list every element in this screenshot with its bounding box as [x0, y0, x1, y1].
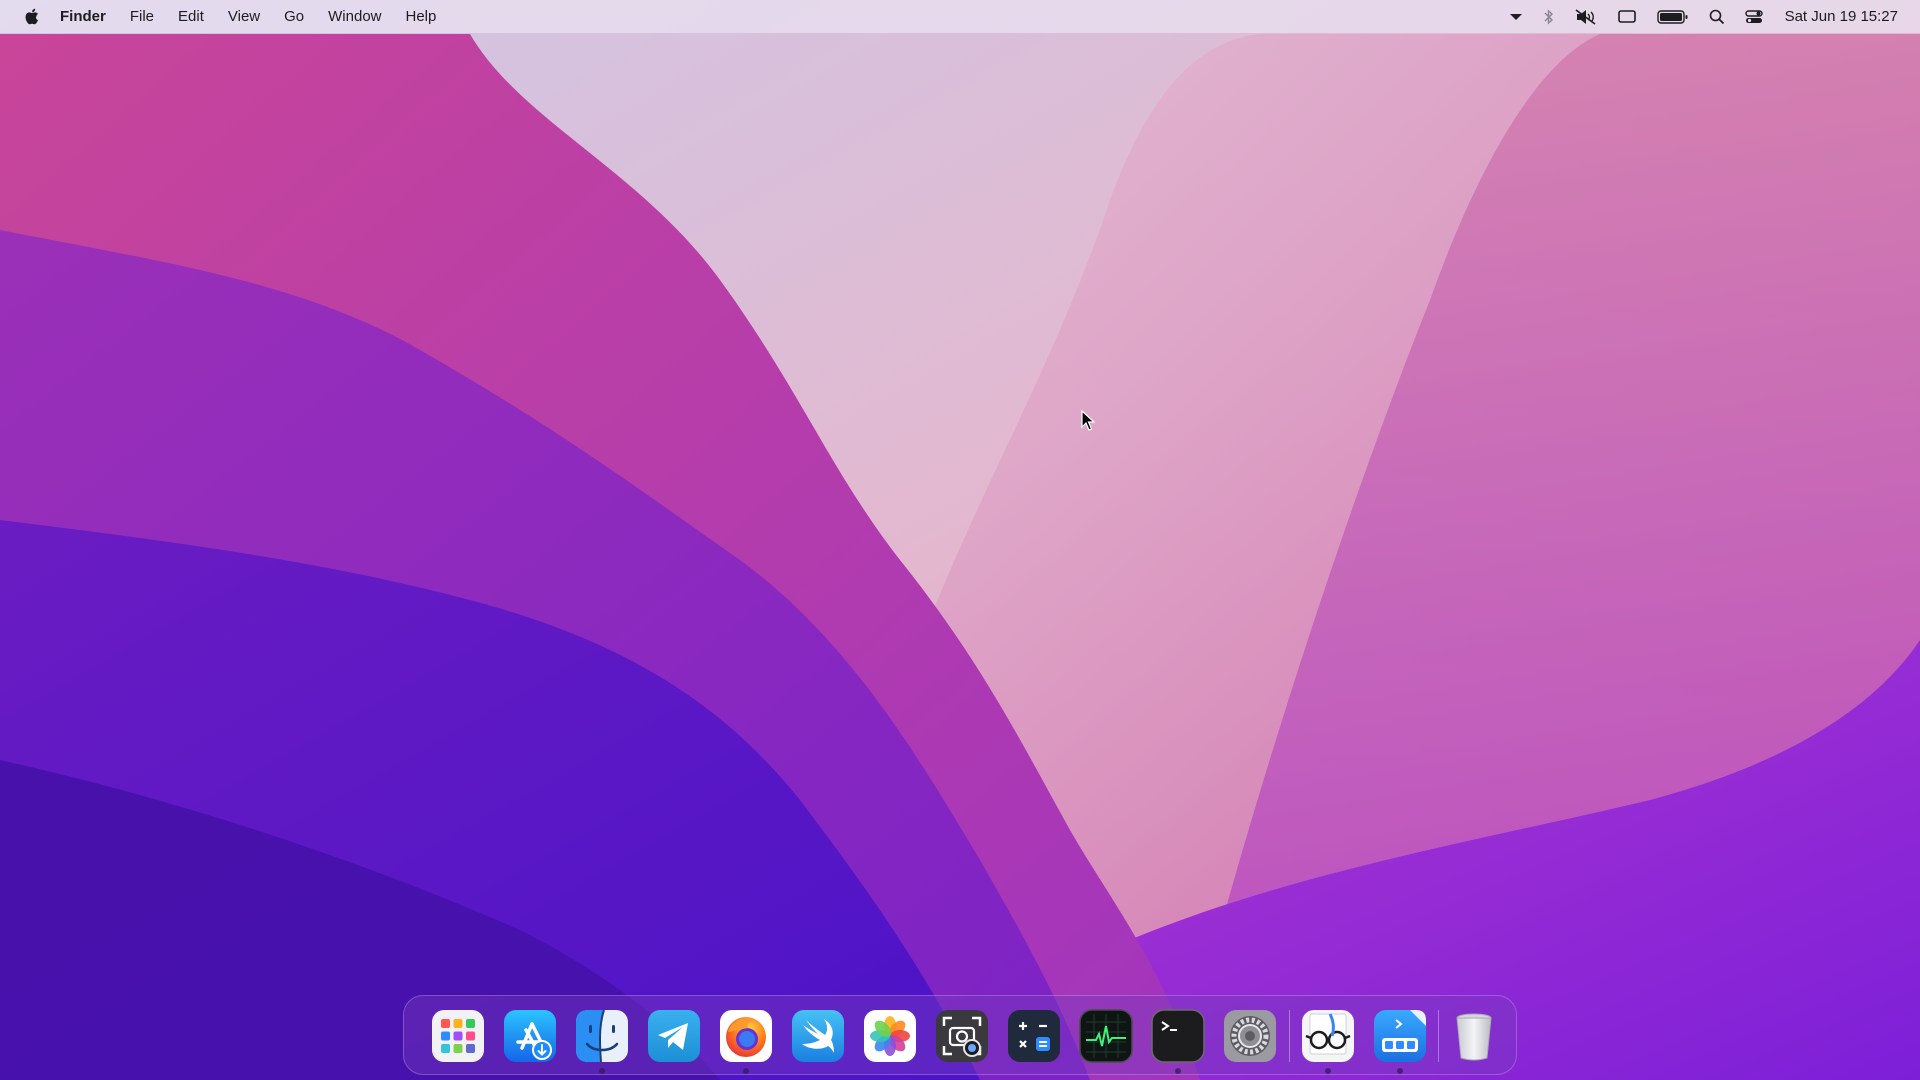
- screen-mirroring-icon[interactable]: [1607, 0, 1647, 33]
- telegram-icon: [648, 1010, 700, 1062]
- control-center-icon[interactable]: [1735, 0, 1773, 33]
- dock-item-activity-monitor[interactable]: [1078, 1008, 1134, 1064]
- mouse-cursor-icon: [1081, 410, 1095, 431]
- menu-bar: Finder File Edit View Go Window Help Sat…: [0, 0, 1920, 33]
- menu-window[interactable]: Window: [316, 0, 393, 33]
- trash-icon: [1456, 1013, 1492, 1061]
- bluetooth-icon[interactable]: [1533, 0, 1565, 33]
- dock-item-calculator[interactable]: [1006, 1008, 1062, 1064]
- menu-help[interactable]: Help: [394, 0, 449, 33]
- firefox-icon: [720, 1010, 772, 1062]
- developer-tool-icon: [1374, 1010, 1426, 1062]
- menubar-clock[interactable]: Sat Jun 19 15:27: [1773, 8, 1898, 25]
- dock-item-screenshot[interactable]: [934, 1008, 990, 1064]
- running-indicator: [743, 1068, 749, 1074]
- running-indicator: [599, 1068, 605, 1074]
- dock-item-developer-tool[interactable]: [1372, 1008, 1428, 1074]
- menu-file[interactable]: File: [118, 0, 166, 33]
- apple-logo-icon[interactable]: [14, 0, 48, 33]
- dock-item-swift[interactable]: [790, 1008, 846, 1064]
- screenshot-icon: [936, 1010, 988, 1062]
- wallpaper-monterey: [0, 0, 1920, 1080]
- running-indicator: [1175, 1068, 1181, 1074]
- dock-item-preview[interactable]: [1300, 1008, 1356, 1074]
- dock-item-finder[interactable]: [574, 1008, 630, 1074]
- dock-item-app-store[interactable]: [502, 1008, 558, 1064]
- menu-edit[interactable]: Edit: [166, 0, 216, 33]
- dock-item-telegram[interactable]: [646, 1008, 702, 1064]
- app-store-icon: [504, 1010, 556, 1062]
- terminal-icon: [1151, 1009, 1205, 1063]
- calculator-icon: [1008, 1010, 1060, 1062]
- dock-separator: [1438, 1010, 1439, 1062]
- dock-item-trash[interactable]: [1446, 1008, 1502, 1064]
- running-indicator: [1325, 1068, 1331, 1074]
- chevron-down-icon[interactable]: [1499, 0, 1533, 33]
- activity-monitor-icon: [1079, 1009, 1133, 1063]
- photos-icon: [864, 1010, 916, 1062]
- dock-item-terminal[interactable]: [1150, 1008, 1206, 1074]
- search-icon[interactable]: [1699, 0, 1735, 33]
- dock-item-photos[interactable]: [862, 1008, 918, 1064]
- preview-icon: [1302, 1010, 1354, 1062]
- menu-go[interactable]: Go: [272, 0, 316, 33]
- battery-icon[interactable]: [1647, 0, 1699, 33]
- dock-item-firefox[interactable]: [718, 1008, 774, 1074]
- finder-icon: [576, 1009, 628, 1063]
- sound-muted-icon[interactable]: [1565, 0, 1607, 33]
- running-indicator: [1397, 1068, 1403, 1074]
- dock-separator: [1289, 1010, 1290, 1062]
- dock: [403, 995, 1517, 1075]
- dock-item-launchpad[interactable]: [430, 1008, 486, 1064]
- menu-app-finder[interactable]: Finder: [48, 0, 118, 33]
- menu-view[interactable]: View: [216, 0, 272, 33]
- swift-icon: [792, 1010, 844, 1062]
- launchpad-icon: [432, 1010, 484, 1062]
- system-preferences-icon: [1224, 1010, 1276, 1062]
- desktop[interactable]: Finder File Edit View Go Window Help Sat…: [0, 0, 1920, 1080]
- dock-item-system-preferences[interactable]: [1222, 1008, 1278, 1064]
